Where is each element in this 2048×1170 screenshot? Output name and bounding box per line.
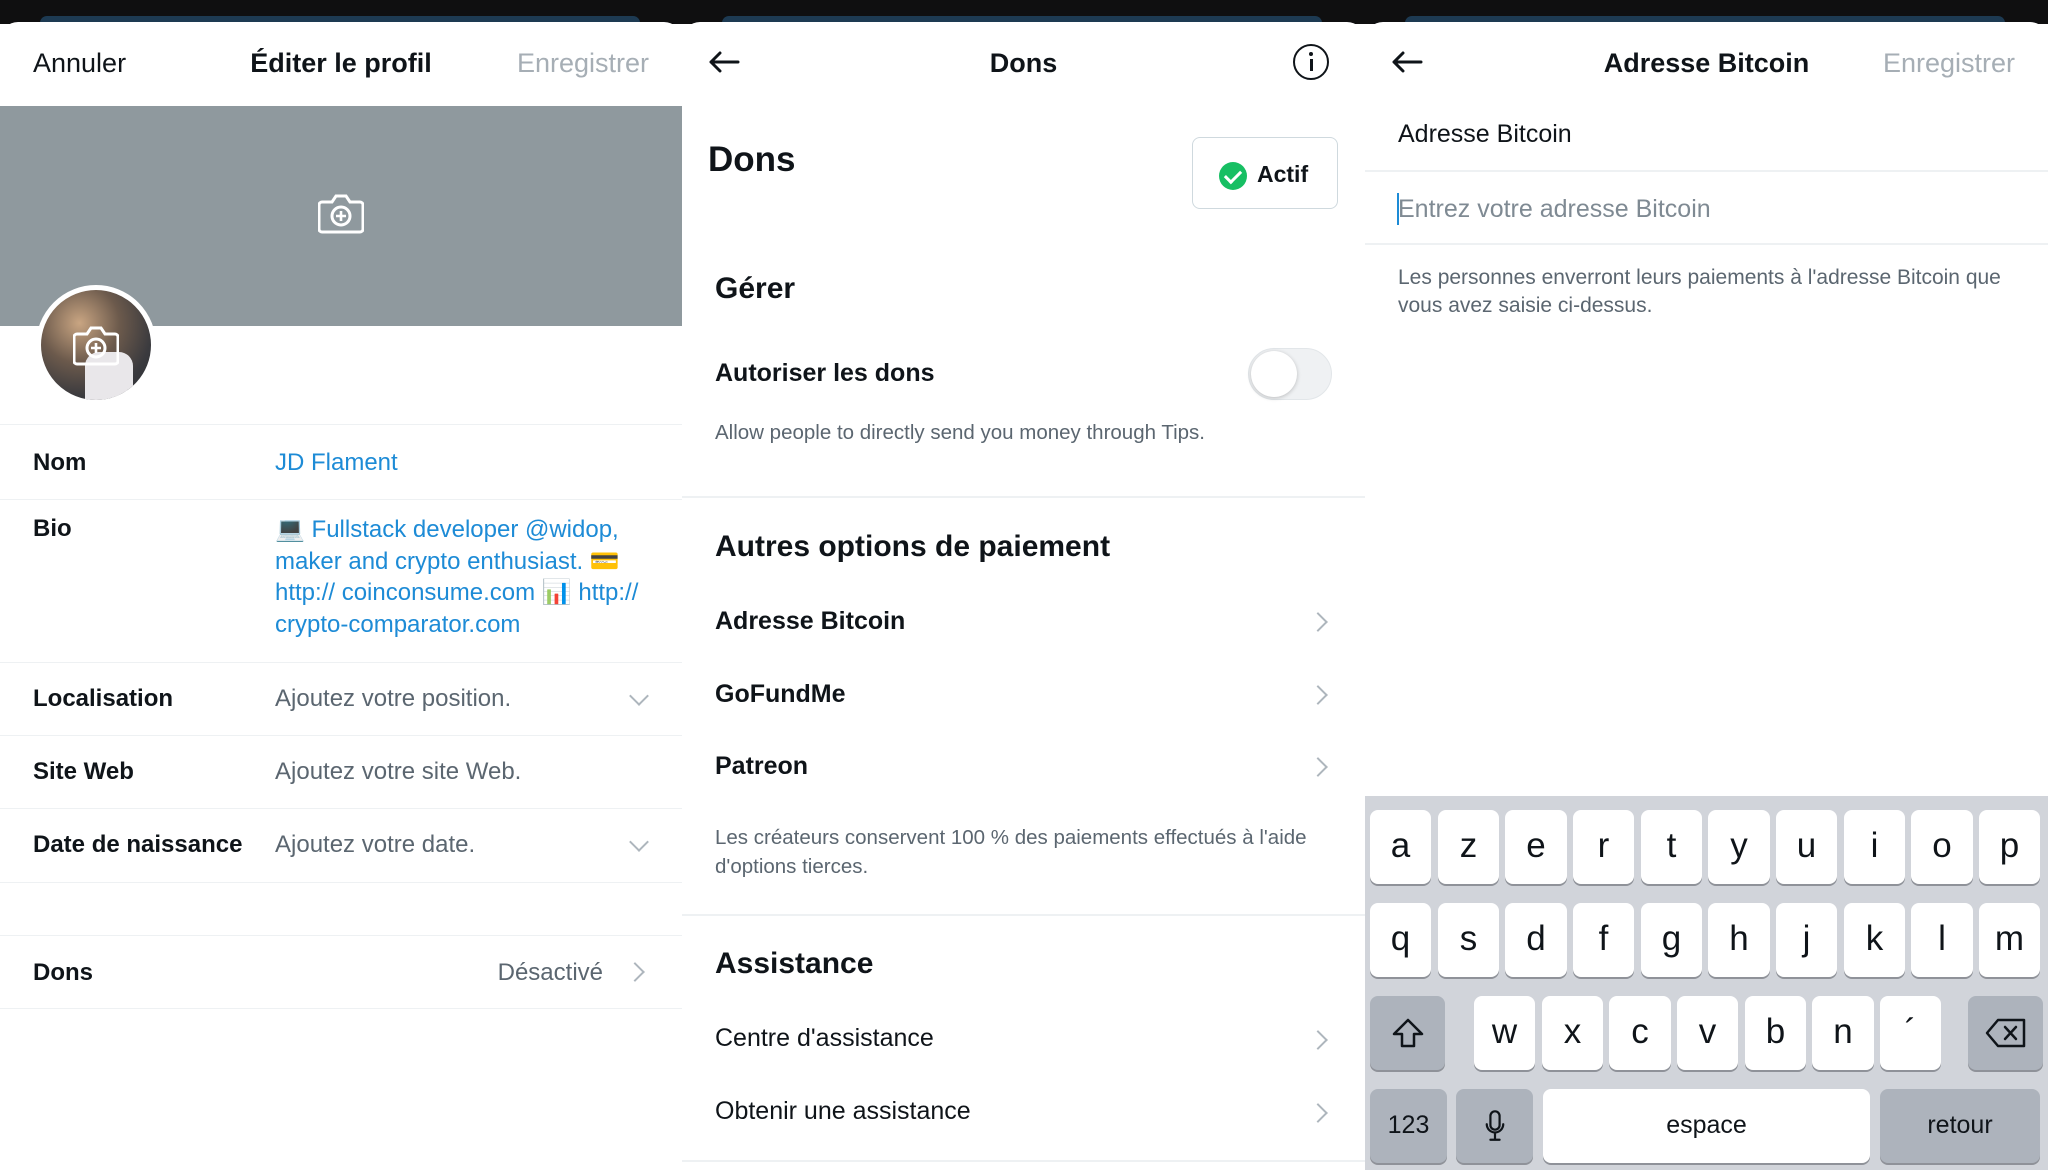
save-button[interactable]: Enregistrer	[517, 48, 649, 79]
key-y[interactable]: y	[1708, 810, 1770, 884]
allow-tips-toggle[interactable]	[1248, 348, 1332, 400]
space-key[interactable]: espace	[1543, 1089, 1870, 1163]
key-v[interactable]: v	[1677, 996, 1738, 1070]
key-f[interactable]: f	[1573, 903, 1634, 977]
manage-heading: Gérer	[715, 272, 796, 305]
bio-label: Bio	[33, 515, 72, 542]
shift-arrow-icon	[1392, 1018, 1423, 1048]
tips-title: Dons	[708, 140, 796, 179]
edit-profile-navbar: Annuler Éditer le profil Enregistrer	[0, 22, 682, 106]
name-value[interactable]: JD Flament	[275, 449, 398, 477]
divider	[1365, 170, 2048, 172]
location-row[interactable]: Localisation Ajoutez votre position.	[0, 662, 682, 735]
other-payment-heading: Autres options de paiement	[715, 530, 1111, 563]
key-w[interactable]: w	[1474, 996, 1535, 1070]
location-placeholder[interactable]: Ajoutez votre position.	[275, 685, 511, 713]
avatar[interactable]	[36, 285, 156, 405]
key-i[interactable]: i	[1844, 810, 1905, 884]
birthdate-label: Date de naissance	[33, 831, 243, 858]
key-acute-accent[interactable]: ´	[1880, 996, 1941, 1070]
key-k[interactable]: k	[1844, 903, 1905, 977]
key-t[interactable]: t	[1641, 810, 1702, 884]
shift-key[interactable]	[1370, 996, 1445, 1070]
key-m[interactable]: m	[1979, 903, 2040, 977]
divider	[1365, 243, 2048, 245]
key-g[interactable]: g	[1641, 903, 1702, 977]
key-n[interactable]: n	[1812, 996, 1874, 1070]
check-circle-icon	[1219, 162, 1247, 190]
key-s[interactable]: s	[1438, 903, 1499, 977]
website-row[interactable]: Site Web Ajoutez votre site Web.	[0, 735, 682, 808]
divider	[682, 914, 1365, 916]
divider	[682, 496, 1365, 498]
payment-option-bitcoin[interactable]: Adresse Bitcoin	[715, 607, 905, 636]
backspace-key[interactable]	[1968, 996, 2043, 1070]
status-strip	[1365, 0, 2048, 30]
tips-label: Dons	[33, 959, 93, 986]
support-heading: Assistance	[715, 947, 874, 980]
key-b[interactable]: b	[1745, 996, 1806, 1070]
chevron-right-icon[interactable]	[625, 962, 645, 982]
key-d[interactable]: d	[1505, 903, 1567, 977]
allow-tips-label: Autoriser les dons	[715, 359, 935, 387]
key-u[interactable]: u	[1776, 810, 1837, 884]
key-e[interactable]: e	[1505, 810, 1567, 884]
bitcoin-address-panel: Adresse Bitcoin Enregistrer Adresse Bitc…	[1365, 0, 2048, 1170]
birthdate-placeholder[interactable]: Ajoutez votre date.	[275, 831, 475, 859]
payment-option-patreon[interactable]: Patreon	[715, 752, 808, 781]
microphone-icon	[1485, 1110, 1504, 1141]
nav-title: Dons	[989, 48, 1058, 78]
status-strip	[0, 0, 682, 30]
return-key[interactable]: retour	[1880, 1089, 2040, 1163]
key-z[interactable]: z	[1438, 810, 1499, 884]
key-r[interactable]: r	[1573, 810, 1634, 884]
name-label: Nom	[33, 449, 87, 476]
tips-status: Désactivé	[497, 959, 603, 986]
support-item-get-help[interactable]: Obtenir une assistance	[715, 1097, 971, 1126]
bio-value[interactable]: 💻 Fullstack developer @widop, maker and …	[275, 514, 655, 662]
numbers-key[interactable]: 123	[1370, 1089, 1447, 1163]
key-c[interactable]: c	[1609, 996, 1671, 1070]
save-button[interactable]: Enregistrer	[1883, 48, 2015, 79]
info-icon[interactable]	[1293, 44, 1329, 80]
status-badge: Actif	[1192, 137, 1338, 209]
key-q[interactable]: q	[1370, 903, 1431, 977]
name-row[interactable]: Nom JD Flament	[0, 424, 682, 499]
status-badge-label: Actif	[1257, 161, 1309, 187]
bitcoin-address-input[interactable]	[1398, 192, 2028, 226]
toggle-knob	[1251, 351, 1297, 397]
on-screen-keyboard: a z e r t y u i o p q s d f g h j k l m …	[1365, 796, 2048, 1170]
key-a[interactable]: a	[1370, 810, 1431, 884]
key-l[interactable]: l	[1911, 903, 1973, 977]
payment-option-gofundme[interactable]: GoFundMe	[715, 680, 846, 709]
chevron-down-icon[interactable]	[629, 686, 649, 706]
key-j[interactable]: j	[1776, 903, 1837, 977]
key-o[interactable]: o	[1911, 810, 1973, 884]
location-label: Localisation	[33, 685, 174, 712]
bitcoin-field-label: Adresse Bitcoin	[1398, 120, 1572, 148]
key-x[interactable]: x	[1542, 996, 1603, 1070]
allow-tips-note: Allow people to directly send you money …	[715, 421, 1205, 444]
bitcoin-help-text: Les personnes enverront leurs paiements …	[1398, 266, 2001, 317]
birthdate-row[interactable]: Date de naissance Ajoutez votre date.	[0, 808, 682, 882]
website-label: Site Web	[33, 758, 134, 785]
add-photo-camera-icon[interactable]	[318, 192, 364, 234]
spacer-row	[0, 882, 682, 935]
divider	[682, 1160, 1365, 1162]
backspace-icon	[1985, 1018, 2025, 1048]
key-p[interactable]: p	[1979, 810, 2040, 884]
tips-row[interactable]: Dons Désactivé	[0, 935, 682, 1009]
avatar-camera-icon[interactable]	[73, 324, 119, 366]
edit-profile-panel: Annuler Éditer le profil Enregistrer Nom…	[0, 0, 682, 1170]
status-strip	[682, 0, 1365, 30]
text-cursor	[1397, 193, 1399, 225]
key-h[interactable]: h	[1708, 903, 1770, 977]
support-item-help-center[interactable]: Centre d'assistance	[715, 1024, 934, 1053]
dictation-key[interactable]	[1456, 1089, 1533, 1163]
tips-panel: Dons Dons Actif Gérer Autoriser les dons…	[682, 0, 1365, 1170]
payment-options-note: Les créateurs conservent 100 % des paiem…	[715, 826, 1307, 878]
website-placeholder[interactable]: Ajoutez votre site Web.	[275, 758, 521, 786]
chevron-down-icon[interactable]	[629, 832, 649, 852]
